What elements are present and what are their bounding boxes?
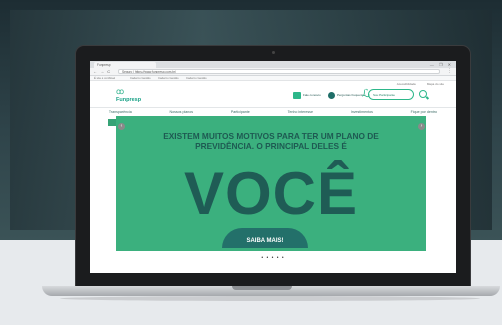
laptop-screen: Funpresp — ❐ ✕ ← → C Seguro | https://ww… <box>90 61 456 273</box>
nav-item-transparencia[interactable]: Transparência <box>109 110 132 114</box>
laptop-notch <box>232 286 292 290</box>
carousel-next-icon[interactable]: › <box>418 123 425 130</box>
contact-button[interactable]: Fale conosco <box>293 91 321 99</box>
browser-tab-bar: Funpresp — ❐ ✕ <box>90 61 456 68</box>
nav-item-fique[interactable]: Fique por dentro <box>411 110 437 114</box>
browser-menu-icon[interactable]: ⋮ <box>447 68 452 75</box>
nav-item-investimentos[interactable]: Investimentos <box>351 110 373 114</box>
contact-label: Fale conosco <box>303 93 321 97</box>
faq-button[interactable]: Perguntas frequentes <box>328 91 366 99</box>
nav-item-participante[interactable]: Participante <box>231 110 250 114</box>
camera-icon <box>272 51 275 54</box>
sitemap-link[interactable]: Mapa do site <box>427 82 444 86</box>
search-icon[interactable] <box>419 90 427 98</box>
participante-label: Sou Participante <box>372 92 395 97</box>
banner-big-word: VOCÊ <box>183 160 359 227</box>
bookmark-item[interactable]: É site é confiável <box>94 76 115 81</box>
participante-logo-icon: ℒ <box>362 88 370 100</box>
saiba-mais-button[interactable]: SAIBA MAIS! <box>222 228 308 248</box>
bookmark-item[interactable]: Caderno Gestão <box>186 76 207 81</box>
carousel-dots[interactable]: • • • • • <box>90 255 456 261</box>
nav-item-interesse[interactable]: Tenho interesse <box>288 110 313 114</box>
site-logo[interactable]: ꝏ Funpresp <box>116 87 142 104</box>
url-field[interactable]: Seguro | https://www.funpresp.com.br/ <box>118 69 440 74</box>
window-controls[interactable]: — ❐ ✕ <box>430 62 453 67</box>
bookmarks-bar: É site é confiável Caderno Gestão Cadern… <box>90 76 456 81</box>
nav-item-planos[interactable]: Nossos planos <box>169 110 193 114</box>
utility-links: Acessibilidade Mapa do site <box>387 82 444 86</box>
question-icon <box>328 91 335 99</box>
laptop-shadow <box>60 296 480 301</box>
address-bar: ← → C Seguro | https://www.funpresp.com.… <box>90 68 456 76</box>
carousel-prev-icon[interactable]: ‹ <box>118 123 125 130</box>
bookmark-item[interactable]: Caderno Gestão <box>158 76 179 81</box>
accessibility-link[interactable]: Acessibilidade <box>397 82 416 86</box>
banner-headline: EXISTEM MUITOS MOTIVOS PARA TER UM PLANO… <box>116 131 426 151</box>
participante-button[interactable]: ℒ Sou Participante <box>362 89 414 100</box>
chat-icon <box>293 91 301 99</box>
headline-line-2: PREVIDÊNCIA. O PRINCIPAL DELES É <box>195 141 347 151</box>
nav-buttons[interactable]: ← → C <box>93 69 111 75</box>
logo-icon: ꝏ <box>116 87 125 96</box>
hero-banner[interactable]: EXISTEM MUITOS MOTIVOS PARA TER UM PLANO… <box>116 116 426 251</box>
main-nav: Transparência Nossos planos Participante… <box>90 107 456 116</box>
bookmark-item[interactable]: Caderno Gestão <box>130 76 151 81</box>
logo-name: Funpresp <box>116 97 142 103</box>
headline-line-1: EXISTEM MUITOS MOTIVOS PARA TER UM PLANO… <box>163 131 379 141</box>
